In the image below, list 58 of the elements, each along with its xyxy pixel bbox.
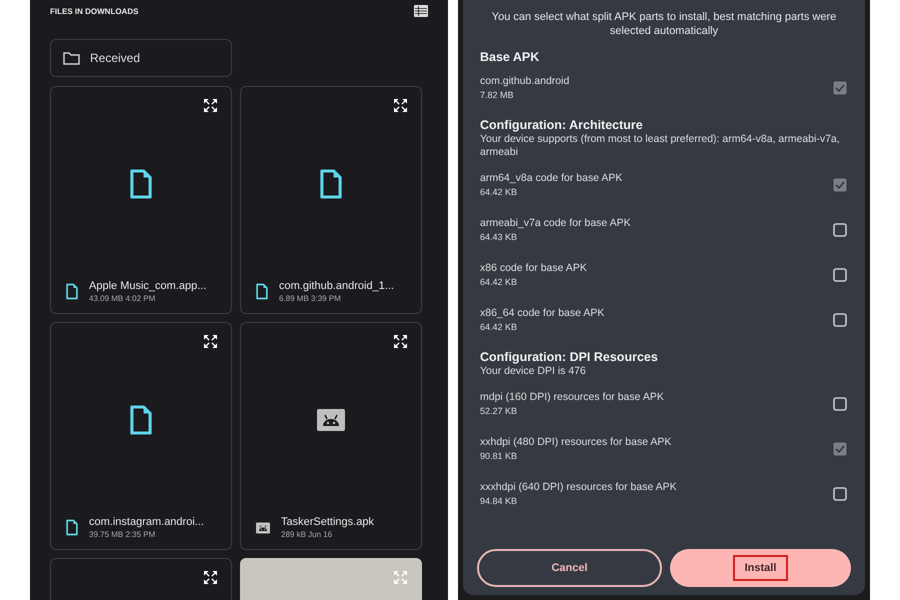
expand-icon[interactable] (204, 335, 217, 348)
checkbox[interactable] (833, 312, 847, 326)
expand-icon[interactable] (394, 335, 407, 348)
file-card[interactable]: com.instagram.androi... 39.75 MB 2:35 PM (50, 322, 232, 550)
expand-icon[interactable] (394, 99, 407, 112)
file-name: com.github.android_1... (279, 280, 394, 292)
part-name: xxhdpi (480 DPI) resources for base APK (480, 436, 672, 448)
part-name: armeabi_v7a code for base APK (480, 217, 631, 229)
file-meta: 43.09 MB 4:02 PM (89, 294, 156, 303)
android-icon (316, 408, 346, 432)
checkbox[interactable] (833, 396, 847, 410)
list-view-icon[interactable] (414, 5, 428, 17)
folder-item[interactable]: Received (50, 39, 232, 77)
section-title: FILES IN DOWNLOADS (50, 6, 138, 16)
file-meta: 39.75 MB 2:35 PM (89, 530, 156, 539)
file-icon (128, 404, 154, 436)
file-icon (65, 283, 79, 300)
part-size: 90.81 KB (480, 451, 518, 461)
part-name: mdpi (160 DPI) resources for base APK (480, 391, 664, 403)
section-heading: Configuration: DPI Resources (480, 350, 659, 364)
install-button[interactable]: Install (670, 549, 851, 587)
section-heading: Configuration: Architecture (480, 118, 644, 132)
file-name: Apple Music_com.app... (89, 280, 206, 292)
part-size: 94.84 KB (480, 496, 518, 506)
file-card[interactable]: TaskerSettings.apk 289 kB Jun 16 (240, 322, 422, 550)
section-heading: Base APK (480, 50, 540, 64)
part-size: 7.82 MB (480, 90, 515, 100)
part-size: 52.27 KB (480, 406, 518, 416)
part-name: xxxhdpi (640 DPI) resources for base APK (480, 481, 677, 493)
checkbox[interactable] (833, 222, 847, 236)
part-name: arm64_v8a code for base APK (480, 172, 622, 184)
file-icon (128, 168, 154, 200)
checkbox[interactable] (833, 268, 847, 282)
file-meta: 6.89 MB 3:39 PM (279, 294, 342, 303)
part-name: com.github.android (480, 75, 570, 87)
file-name: com.instagram.androi... (89, 516, 204, 528)
file-meta: 289 kB Jun 16 (281, 530, 334, 539)
part-name: x86 code for base APK (480, 262, 587, 274)
file-name: TaskerSettings.apk (281, 516, 374, 528)
expand-icon[interactable] (204, 99, 217, 112)
part-name: x86_64 code for base APK (480, 307, 604, 319)
section-description: Your device DPI is 476 (480, 365, 587, 378)
file-icon (65, 519, 79, 536)
android-icon (255, 522, 271, 534)
file-icon (318, 168, 344, 200)
part-size: 64.42 KB (480, 322, 518, 332)
expand-icon[interactable] (204, 571, 217, 584)
file-icon (255, 283, 269, 300)
section-description: Your device supports (from most to least preferred): arm64-v8a, armeabi-v7a, armeabi (480, 133, 841, 159)
part-size: 64.42 KB (480, 277, 518, 287)
checkbox[interactable] (833, 486, 847, 500)
file-card[interactable]: com.github.android_1... 6.89 MB 3:39 PM (240, 86, 422, 314)
cancel-button[interactable]: Cancel (477, 549, 662, 587)
file-card[interactable]: Apple Music_com.app... 43.09 MB 4:02 PM (50, 86, 232, 314)
part-size: 64.43 KB (480, 232, 518, 242)
folder-icon (63, 51, 80, 65)
dialog-message: You can select what split APK parts to install, best matching parts were selected automatically (490, 10, 838, 38)
part-size: 64.42 KB (480, 187, 518, 197)
